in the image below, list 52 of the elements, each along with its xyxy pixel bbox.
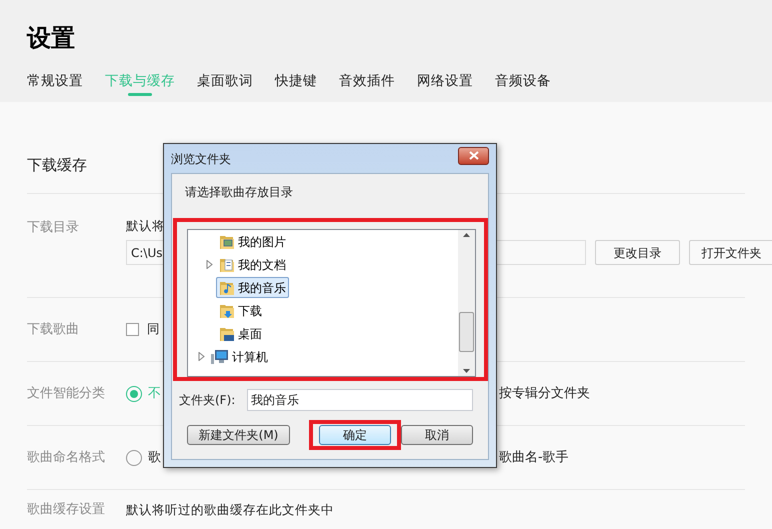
folder-icon xyxy=(219,234,235,250)
field-label: 文件夹(F): xyxy=(179,392,236,409)
option-label: 歌 xyxy=(148,448,161,467)
settings-tab[interactable]: 桌面歌词 xyxy=(197,66,253,96)
settings-tab[interactable]: 网络设置 xyxy=(417,66,473,96)
setting-label: 歌曲命名格式 xyxy=(27,448,106,467)
tree-item[interactable]: 我的图片 xyxy=(216,231,289,252)
folder-button[interactable]: 更改目录 xyxy=(595,240,680,265)
computer-icon xyxy=(211,348,229,364)
settings-tab[interactable]: 音效插件 xyxy=(339,66,395,96)
tree-item[interactable]: 桌面 xyxy=(216,323,265,344)
page-title: 设置 xyxy=(27,23,76,54)
folder-name-field[interactable]: 我的音乐 xyxy=(247,389,473,411)
radio-button[interactable] xyxy=(126,450,142,466)
scrollbar[interactable] xyxy=(458,230,475,376)
setting-description: 默认将听过的歌曲缓存在此文件夹中 xyxy=(126,502,334,519)
ok-button[interactable]: 确定 xyxy=(319,425,391,445)
setting-label: 下载目录 xyxy=(27,219,80,237)
close-icon xyxy=(468,151,478,160)
dialog-title: 浏览文件夹 xyxy=(171,150,231,168)
option-label: 按专辑分文件夹 xyxy=(499,384,590,403)
settings-tab[interactable]: 常规设置 xyxy=(27,66,83,96)
close-button[interactable] xyxy=(458,146,489,164)
folder-button[interactable]: 打开文件夹 xyxy=(689,240,772,265)
setting-description: 默认将 xyxy=(126,218,165,234)
option-label: 歌曲名-歌手 xyxy=(499,448,569,467)
new-folder-button[interactable]: 新建文件夹(M) xyxy=(187,425,290,445)
scroll-down-icon[interactable] xyxy=(463,369,470,373)
radio-button[interactable] xyxy=(126,386,142,402)
tree-item[interactable]: 我的文档 xyxy=(216,254,289,275)
tree-item[interactable]: 计算机 xyxy=(208,346,271,367)
section-title: 下载缓存 xyxy=(27,155,87,176)
folder-icon xyxy=(219,256,235,272)
option-label: 不 xyxy=(148,384,161,403)
tree-item[interactable]: 我的音乐 xyxy=(216,277,289,298)
setting-label: 歌曲缓存设置 xyxy=(27,502,106,519)
dialog-prompt: 请选择歌曲存放目录 xyxy=(185,184,294,199)
scroll-up-icon[interactable] xyxy=(463,233,470,237)
option-label: 同 xyxy=(147,320,160,338)
setting-label: 下载歌曲 xyxy=(27,320,80,339)
settings-tab[interactable]: 音频设备 xyxy=(495,66,551,96)
settings-tab[interactable]: 快捷键 xyxy=(275,66,317,96)
tree-item[interactable]: 下载 xyxy=(216,300,265,321)
folder-icon xyxy=(219,302,235,318)
expand-arrow-icon[interactable] xyxy=(206,260,213,269)
setting-label: 文件智能分类 xyxy=(27,384,106,403)
folder-icon xyxy=(219,280,235,296)
scroll-thumb[interactable] xyxy=(459,312,474,352)
checkbox[interactable] xyxy=(126,323,139,336)
expand-arrow-icon[interactable] xyxy=(198,352,205,361)
cancel-button[interactable]: 取消 xyxy=(401,425,473,445)
folder-icon xyxy=(219,326,235,342)
